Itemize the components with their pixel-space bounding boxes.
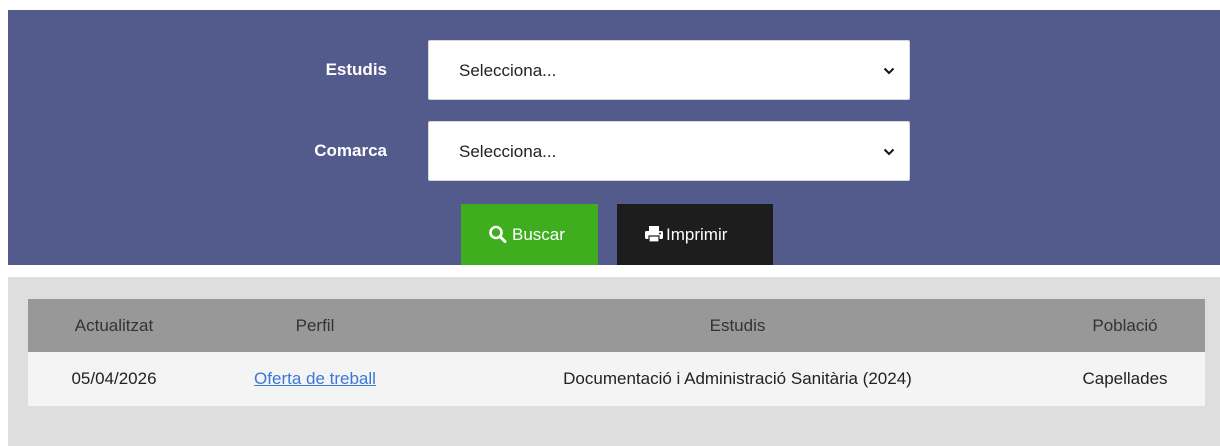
- filter-panel: Estudis Selecciona... Comarca Selecciona…: [8, 10, 1220, 265]
- region-filter-row: Comarca Selecciona...: [8, 121, 1220, 181]
- region-select-value: Selecciona...: [459, 142, 557, 161]
- cell-studies: Documentació i Administració Sanitària (…: [563, 369, 912, 388]
- table-header: Actualitzat Perfil Estudis Població: [28, 299, 1205, 352]
- results-table: Actualitzat Perfil Estudis Població 05/0…: [28, 299, 1205, 406]
- results-panel: Actualitzat Perfil Estudis Població 05/0…: [8, 277, 1220, 446]
- header-profile: Perfil: [295, 315, 335, 335]
- header-studies: Estudis: [709, 315, 766, 335]
- cell-updated: 05/04/2026: [71, 369, 157, 388]
- region-label: Comarca: [314, 141, 387, 160]
- cell-profile: Oferta de treball: [200, 352, 430, 406]
- job-offer-link[interactable]: Oferta de treball: [254, 369, 376, 389]
- region-select[interactable]: Selecciona...: [428, 121, 910, 181]
- chevron-down-icon: [883, 67, 895, 75]
- studies-select[interactable]: Selecciona...: [428, 40, 910, 100]
- studies-select-value: Selecciona...: [459, 61, 557, 80]
- search-icon: [489, 225, 507, 243]
- header-updated: Actualitzat: [74, 315, 154, 335]
- table-row: 05/04/2026 Oferta de treball Documentaci…: [28, 352, 1205, 406]
- studies-filter-row: Estudis Selecciona...: [8, 40, 1220, 100]
- print-icon: [645, 226, 663, 243]
- print-button[interactable]: Imprimir: [617, 204, 773, 265]
- print-button-label: Imprimir: [666, 225, 728, 244]
- search-button[interactable]: Buscar: [461, 204, 598, 265]
- chevron-down-icon: [883, 148, 895, 156]
- cell-town: Capellades: [1082, 369, 1168, 388]
- search-button-label: Buscar: [512, 225, 565, 244]
- studies-label: Estudis: [325, 60, 387, 79]
- header-town: Població: [1092, 315, 1158, 335]
